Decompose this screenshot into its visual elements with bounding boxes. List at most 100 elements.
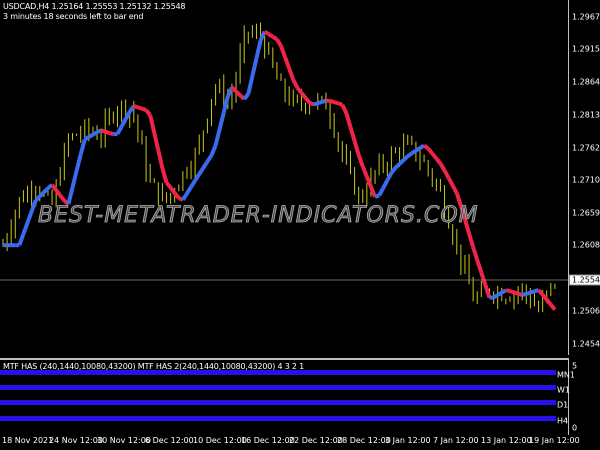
- has-line-segment: [333, 100, 339, 106]
- has-line-segment: [549, 303, 557, 311]
- date-label: 10 Dec 12:00: [193, 436, 247, 445]
- has-line-segment: [364, 175, 373, 188]
- price-label: 1.28640: [572, 77, 600, 87]
- has-line-segment: [254, 39, 263, 59]
- has-line-segment: [152, 132, 161, 151]
- has-line-segment: [66, 187, 75, 205]
- has-line-segment: [329, 98, 335, 105]
- has-line-segment: [156, 150, 165, 169]
- has-line-segment: [74, 153, 83, 172]
- has-line-segment: [17, 233, 26, 246]
- price-label: 1.29150: [572, 44, 600, 54]
- has-line-segment: [169, 186, 177, 195]
- has-line-segment: [279, 45, 287, 58]
- has-line-segment: [137, 105, 143, 111]
- has-line-segment: [128, 104, 136, 113]
- has-line-segment: [369, 185, 377, 198]
- date-label: 3 Jan 12:00: [385, 436, 431, 445]
- has-line-segment: [348, 126, 357, 142]
- price-chart-canvas: [0, 22, 568, 313]
- has-line-segment: [317, 100, 323, 106]
- current-price-label: 1.25548: [569, 274, 600, 286]
- timeframe-trend-bar: [0, 370, 556, 375]
- has-line-segment: [356, 154, 365, 168]
- has-line-segment: [381, 179, 390, 189]
- has-line-segment: [438, 162, 447, 172]
- date-label: 28 Dec 12:00: [337, 436, 391, 445]
- has-line-segment: [108, 130, 114, 137]
- has-line-segment: [42, 186, 50, 194]
- date-label: 16 Dec 12:00: [241, 436, 295, 445]
- bar-timer: 3 minutes 18 seconds left to bar end: [3, 12, 144, 21]
- indicator-window[interactable]: MTF HAS (240,1440,10080,43200) MTF HAS 2…: [0, 358, 569, 435]
- has-line-segment: [263, 29, 270, 36]
- has-line-segment: [160, 167, 169, 184]
- has-line-segment: [246, 75, 255, 95]
- has-line-segment: [483, 284, 492, 299]
- has-line-segment: [50, 183, 58, 192]
- has-line-segment: [295, 86, 303, 95]
- has-line-segment: [173, 191, 181, 200]
- has-line-segment: [545, 298, 553, 306]
- has-line-segment: [250, 57, 259, 77]
- price-label: 1.29670: [572, 12, 600, 22]
- has-line-segment: [360, 165, 369, 178]
- has-line-segment: [308, 101, 315, 107]
- has-line-segment: [271, 35, 278, 41]
- timeframe-trend-bar: [0, 400, 556, 405]
- has-line-segment: [344, 112, 353, 128]
- timeframe-label: H4: [557, 416, 569, 426]
- has-line-segment: [123, 110, 132, 121]
- price-label: 1.27620: [572, 143, 600, 153]
- has-line-segment: [104, 129, 110, 135]
- price-label: 1.26590: [572, 208, 600, 218]
- date-label: 18 Nov 2021: [2, 436, 54, 445]
- has-line-segment: [377, 187, 385, 197]
- has-line-segment: [100, 128, 106, 134]
- has-line-segment: [500, 288, 507, 295]
- has-line-segment: [58, 194, 66, 202]
- has-line-segment: [537, 288, 545, 296]
- has-line-segment: [230, 86, 238, 93]
- has-line-segment: [442, 169, 451, 179]
- has-line-segment: [38, 190, 46, 198]
- has-line-segment: [78, 138, 87, 155]
- has-line-segment: [267, 32, 274, 39]
- has-line-segment: [471, 246, 480, 261]
- date-label: 30 Nov 12:00: [97, 436, 151, 445]
- has-line-segment: [422, 143, 430, 151]
- has-line-segment: [25, 210, 34, 224]
- has-line-segment: [434, 157, 442, 165]
- has-line-segment: [430, 152, 438, 160]
- has-line-segment: [389, 166, 398, 175]
- date-label: 6 Dec 12:00: [145, 436, 194, 445]
- has-line-segment: [394, 162, 401, 170]
- date-label: 7 Jan 12:00: [433, 436, 479, 445]
- has-line-segment: [517, 291, 523, 297]
- has-line-segment: [525, 290, 531, 296]
- has-line-segment: [189, 179, 197, 189]
- price-label: 1.25060: [572, 306, 600, 316]
- price-label: 1.26080: [572, 240, 600, 250]
- has-line-segment: [275, 38, 283, 47]
- has-line-segment: [141, 106, 147, 112]
- has-line-segment: [201, 160, 210, 169]
- timeframe-trend-bar: [0, 385, 556, 390]
- has-line-segment: [398, 158, 406, 166]
- has-line-segment: [496, 290, 503, 297]
- has-line-segment: [133, 104, 139, 110]
- has-line-segment: [197, 166, 205, 176]
- has-line-segment: [385, 171, 394, 182]
- has-line-segment: [410, 148, 417, 155]
- timeframe-label: D1: [557, 400, 569, 410]
- has-line-segment: [303, 96, 312, 105]
- has-line-segment: [96, 128, 102, 135]
- has-line-segment: [541, 293, 549, 301]
- has-line-segment: [242, 92, 250, 101]
- has-line-segment: [521, 291, 527, 297]
- has-line-segment: [217, 112, 226, 130]
- has-line-segment: [313, 101, 319, 107]
- has-line-segment: [513, 290, 519, 296]
- price-chart[interactable]: USDCAD,H4 1.25164 1.25553 1.25132 1.2554…: [0, 0, 569, 355]
- has-line-segment: [374, 193, 380, 199]
